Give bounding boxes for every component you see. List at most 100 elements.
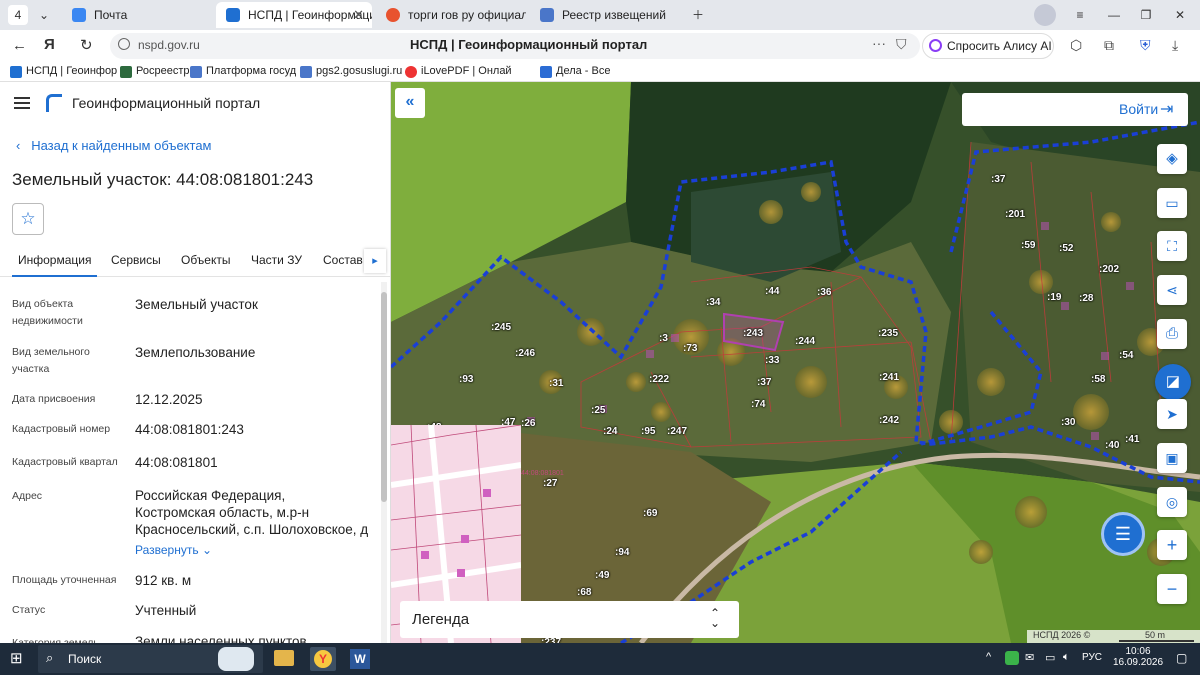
back-icon[interactable]: ← (12, 37, 27, 54)
print-icon[interactable]: ⎙ (1157, 319, 1187, 349)
bookmark-icon[interactable]: ⛉ (896, 36, 907, 53)
parcel-label: :69 (643, 508, 658, 519)
taskbar-search[interactable]: ⌕ Поиск (38, 645, 263, 673)
back-link[interactable]: ‹ Назад к найденным объектам (16, 138, 212, 153)
close-tab-icon[interactable]: ✕ (353, 2, 364, 28)
chat-icon[interactable]: ☰ (1101, 512, 1145, 556)
tab-information[interactable]: Информация (12, 253, 98, 277)
select-area-icon[interactable]: ⛶ (1157, 231, 1187, 261)
expand-label: Развернуть (135, 543, 199, 557)
downloads-icon[interactable]: ⤓ (1172, 37, 1178, 54)
tab-parts[interactable]: Части ЗУ (251, 253, 302, 267)
map-view[interactable]: :37:201:59:52:202:19:28:34:44:36:245:243… (391, 82, 1200, 643)
word-taskbar-icon[interactable]: W (350, 649, 370, 669)
site-info-icon[interactable] (118, 38, 130, 50)
hamburger-menu-icon[interactable] (14, 97, 30, 109)
tabs-scroll-right-icon[interactable]: ▸ (364, 249, 386, 273)
search-label: Поиск (68, 652, 102, 666)
bookmarks-bar: НСПД | Геоинфор Росреестр Платформа госу… (0, 62, 1200, 82)
field-value: Учтенный (135, 603, 197, 618)
parcel-label: :222 (649, 374, 670, 385)
collapse-panel-icon[interactable]: « (395, 88, 425, 118)
battery-icon[interactable]: ▭ (1045, 651, 1055, 664)
tray-chevron-icon[interactable]: ^ (986, 651, 991, 663)
url-field[interactable]: nspd.gov.ru НСПД | Геоинформационный пор… (110, 33, 920, 59)
favorite-star-icon[interactable]: ☆ (12, 203, 44, 235)
bookmark-ilovepdf[interactable]: iLovePDF | Онлай (405, 65, 512, 78)
profile-avatar[interactable] (1034, 4, 1056, 26)
close-window-icon[interactable]: ✕ (1170, 5, 1190, 25)
tray-mail-icon[interactable]: ✉ (1025, 651, 1034, 664)
tab-list-chevron-icon[interactable]: ⌄ (34, 5, 54, 25)
bookmark-dela[interactable]: Дела - Все (540, 65, 610, 78)
field-label: Вид объекта недвижимости (12, 298, 83, 327)
tray-app-icon[interactable] (1005, 651, 1019, 665)
scrollbar-thumb[interactable] (381, 292, 387, 502)
field-value: Земельный участок (135, 297, 258, 312)
parcel-label: :73 (683, 343, 698, 354)
clock[interactable]: 10:06 16.09.2026 (1113, 646, 1163, 668)
login-button[interactable]: Войти ⇥ (962, 93, 1188, 126)
file-explorer-icon[interactable] (274, 650, 294, 666)
minimize-icon[interactable]: — (1104, 5, 1124, 25)
url-text: nspd.gov.ru (138, 38, 200, 52)
tab-services[interactable]: Сервисы (111, 253, 161, 267)
windows-start-icon[interactable]: ⊞ (10, 651, 26, 667)
volume-icon[interactable]: 🔈︎ (1063, 651, 1070, 664)
field-label: Площадь уточненная (12, 574, 117, 586)
share-icon[interactable]: ⋖ (1157, 275, 1187, 305)
tab-composition[interactable]: Состав (323, 253, 363, 267)
tab-mail[interactable]: Почта (62, 2, 212, 28)
zoom-in-icon[interactable]: + (1157, 530, 1187, 560)
legend-dropdown[interactable]: Легенда ⌃ ⌄ (400, 601, 739, 638)
ruler-icon[interactable]: ▭ (1157, 188, 1187, 218)
yandex-logo-icon[interactable]: Я (44, 36, 55, 53)
alice-button[interactable]: Спросить Алису AI (922, 33, 1054, 59)
heart-icon (405, 66, 417, 78)
address-value: Российская Федерация, Костромская област… (135, 488, 369, 537)
back-link-label: Назад к найденным объектам (31, 138, 212, 153)
language-indicator[interactable]: РУС (1082, 652, 1102, 663)
tab-nspd[interactable]: НСПД | Геоинформацио ✕ (216, 2, 372, 28)
tab-torgi[interactable]: торги гов ру официальнь (376, 2, 526, 28)
clock-date: 16.09.2026 (1112, 657, 1164, 668)
minimap-icon[interactable]: ▣ (1157, 443, 1187, 473)
parcel-label: :37 (991, 174, 1006, 185)
field-value: 44:08:081801:243 (135, 422, 244, 437)
bookmark-pgs2[interactable]: pgs2.gosuslugi.ru (300, 65, 402, 78)
tab-registry[interactable]: Реестр извещений (530, 2, 680, 28)
bookmark-platform[interactable]: Платформа госуд (190, 65, 296, 78)
parcel-label: :74 (751, 399, 766, 410)
parcel-label: :202 (1099, 264, 1120, 275)
chevron-down-icon: ⌄ (201, 543, 213, 557)
yandex-browser-taskbar-icon[interactable]: Y (310, 647, 336, 671)
feedback-icon[interactable]: ◪ (1155, 364, 1191, 400)
parcel-label: :31 (549, 378, 564, 389)
protect-icon[interactable]: ⛨ (1140, 37, 1151, 54)
locate-icon[interactable]: ◎ (1157, 487, 1187, 517)
portal-logo-icon (46, 94, 62, 112)
maximize-icon[interactable]: ❐ (1136, 5, 1156, 25)
layers-icon[interactable]: ◈ (1157, 144, 1187, 174)
parcel-label: :52 (1059, 243, 1074, 254)
field-value: Землепользование (135, 345, 256, 360)
parcel-label: :245 (491, 322, 512, 333)
tab-objects[interactable]: Объекты (181, 253, 231, 267)
reload-icon[interactable]: ↻ (80, 36, 93, 54)
zoom-out-icon[interactable]: − (1157, 574, 1187, 604)
bookmark-nspd[interactable]: НСПД | Геоинфор (10, 65, 117, 78)
more-icon[interactable]: ··· (872, 35, 886, 51)
field-label: Адрес (12, 490, 43, 502)
parcel-label: :34 (706, 297, 721, 308)
new-tab-icon[interactable]: ＋ (688, 5, 708, 25)
notifications-icon[interactable]: ▢ (1176, 651, 1187, 665)
menu-icon[interactable]: ≡ (1070, 5, 1090, 25)
bookmark-rosreestr[interactable]: Росреестр (120, 65, 189, 78)
extensions-icon[interactable]: ⬡ (1070, 37, 1082, 54)
panel-scrollbar[interactable] (381, 282, 387, 643)
collections-icon[interactable]: ⧉ (1104, 37, 1114, 54)
field-label: Дата присвоения (12, 393, 96, 405)
expand-link[interactable]: Развернуть ⌄ (135, 543, 212, 557)
navigate-icon[interactable]: ➤ (1157, 399, 1187, 429)
tab-counter[interactable]: 4 (8, 5, 28, 25)
